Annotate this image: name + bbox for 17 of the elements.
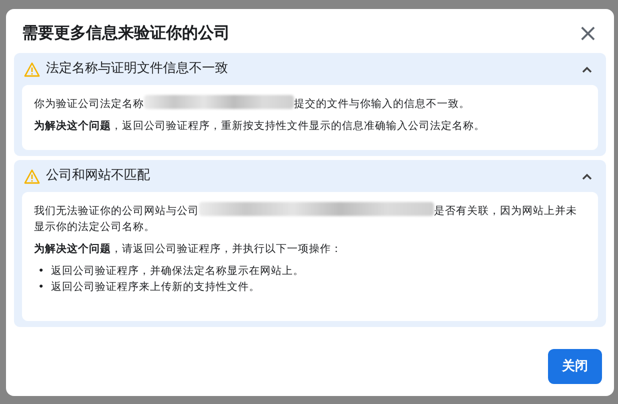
issue-text: 为解决这个问题，返回公司验证程序，重新按支持性文件显示的信息准确输入公司法定名称。: [34, 119, 486, 134]
issue-text: 我们无法验证你的公司网站与公司 是否有关联，因为网站上并未显示你的法定公司名称。: [34, 202, 586, 235]
bullet-marker: •: [38, 264, 44, 279]
chevron-up-icon: [582, 66, 592, 72]
bullet-item: 返回公司验证程序，并确保法定名称显示在网站上。: [51, 264, 304, 279]
bullet-item: 返回公司验证程序来上传新的支持性文件。: [51, 280, 260, 295]
warning-icon: [24, 62, 40, 76]
issue-text: 你为验证公司法定名称 提交的文件与你输入的信息不一致。: [34, 95, 586, 112]
issue-text: 为解决这个问题，请返回公司验证程序，并执行以下一项操作：: [34, 242, 343, 257]
warning-icon: [24, 168, 40, 184]
close-button[interactable]: ×: [576, 21, 600, 45]
issue-title: 公司和网站不匹配: [46, 167, 151, 186]
dialog-title: 需要更多信息来验证你的公司: [22, 22, 230, 44]
bullet-marker: •: [38, 280, 44, 295]
chevron-up-icon: [582, 172, 592, 180]
close-button[interactable]: 关闭: [548, 348, 602, 384]
issue-title: 法定名称与证明文件信息不一致: [46, 60, 229, 78]
